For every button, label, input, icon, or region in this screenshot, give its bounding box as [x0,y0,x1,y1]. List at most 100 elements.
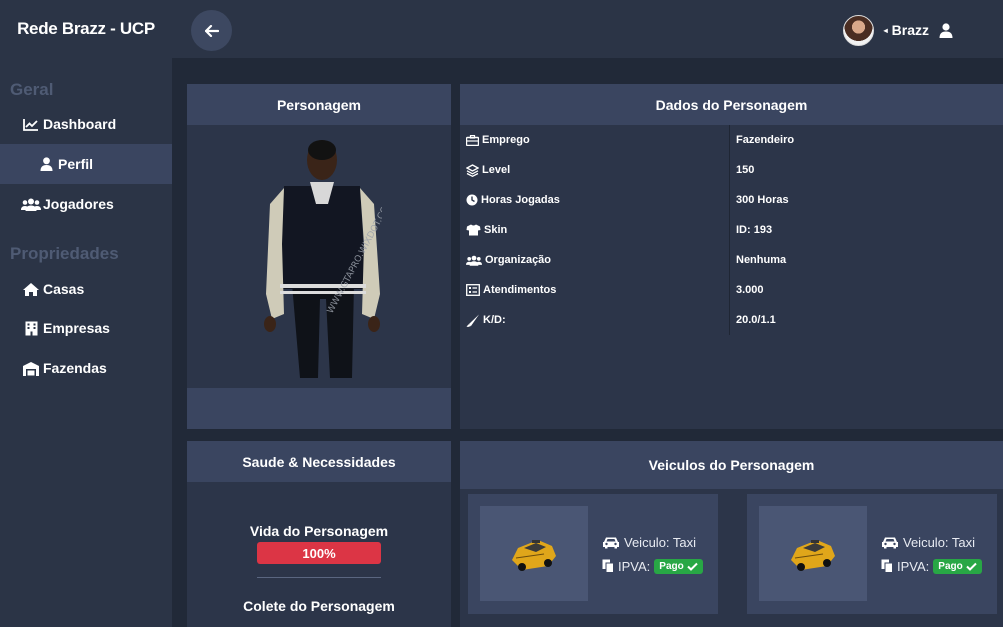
veiculos-card: Veiculos do Personagem Veiculo: Taxi IPV… [460,441,1003,627]
dados-value: ID: 193 [736,224,773,236]
sidebar-item-label: Jogadores [43,196,114,212]
arrow-left-icon [204,24,219,37]
dados-label-cell: Skin [460,215,730,245]
shirt-icon [466,224,481,236]
dados-value: Fazendeiro [736,134,795,146]
sidebar-item-dashboard[interactable]: Dashboard [0,104,172,144]
table-row: Organização Nenhuma [460,245,1003,275]
vehicle-image [759,506,867,601]
car-icon [602,536,620,549]
list-alt-icon [466,284,480,296]
dados-label: K/D: [483,314,506,326]
table-row: Atendimentos 3.000 [460,275,1003,305]
users-icon [466,255,482,266]
status-badge-label: Pago [938,560,963,572]
ipva-label: IPVA: [618,558,651,574]
vida-progress-fill: 100% [257,542,381,564]
dados-label-cell: Emprego [460,125,730,155]
dados-label-cell: Organização [460,245,730,275]
sidebar-item-perfil[interactable]: Perfil [0,144,172,184]
vehicle-info: Veiculo: Taxi IPVA: Pago [881,530,982,578]
back-button[interactable] [191,10,232,51]
user-icon [939,22,953,38]
table-row: K/D: 20.0/1.1 [460,305,1003,335]
vehicle-image [480,506,588,601]
briefcase-icon [466,134,479,146]
layers-icon [466,163,479,177]
dados-label: Skin [484,224,508,236]
warehouse-icon [21,361,41,376]
dados-table: Emprego Fazendeiro Level 150 Horas Jogad… [460,125,1003,335]
dados-value: 3.000 [736,284,764,296]
sidebar-item-label: Fazendas [43,360,107,376]
users-icon [21,198,41,211]
check-icon [687,562,698,571]
check-icon [966,562,977,571]
vehicle-card[interactable]: Veiculo: Taxi IPVA: Pago [468,494,718,614]
dados-label-cell: Level [460,155,730,185]
dados-title: Dados do Personagem [460,84,1003,125]
sidebar-item-label: Dashboard [43,116,117,132]
sidebar: Geral Dashboard Perfil Jogadores Proprie… [0,58,172,627]
dados-label: Atendimentos [483,284,557,296]
copy-icon [881,559,893,573]
dados-label-cell: K/D: [460,305,730,335]
dados-value: 150 [736,164,755,176]
table-row: Level 150 [460,155,1003,185]
user-name: Brazz [891,22,929,38]
status-badge: Pago [654,558,703,574]
dados-value: Nenhuma [736,254,787,266]
sidebar-section-geral: Geral [10,80,54,99]
divider [257,577,381,578]
sidebar-section-propriedades: Propriedades [10,244,119,263]
vehicle-name: Veiculo: Taxi [624,534,697,550]
avatar[interactable] [842,14,874,46]
user-icon [36,157,56,171]
table-row: Skin ID: 193 [460,215,1003,245]
status-badge: Pago [933,558,982,574]
dados-label: Emprego [482,134,530,146]
sidebar-item-label: Perfil [58,156,94,172]
user-menu-toggle[interactable]: ◂ Brazz [884,22,953,38]
sidebar-item-empresas[interactable]: Empresas [0,308,172,348]
brand-title[interactable]: Rede Brazz - UCP [0,0,172,58]
dados-label: Level [482,164,511,176]
sidebar-item-label: Casas [43,281,85,297]
copy-icon [602,559,614,573]
sidebar-item-fazendas[interactable]: Fazendas [0,348,172,388]
vida-label: Vida do Personagem [249,523,389,539]
colete-label: Colete do Personagem [243,598,395,614]
dados-label: Horas Jogadas [481,194,560,206]
veiculos-title: Veiculos do Personagem [460,441,1003,489]
saude-title: Saude & Necessidades [187,441,451,482]
caret-left-icon: ◂ [883,25,888,35]
home-icon [21,282,41,297]
sidebar-item-casas[interactable]: Casas [0,269,172,309]
character-image: WWW.GTAPRO.WIXDOT.COM [262,134,382,380]
saude-card: Saude & Necessidades Vida do Personagem … [187,441,451,627]
vehicle-card[interactable]: Veiculo: Taxi IPVA: Pago [747,494,997,614]
table-row: Emprego Fazendeiro [460,125,1003,155]
car-icon [881,536,899,549]
dados-label: Organização [485,254,552,266]
chart-line-icon [21,118,41,131]
table-row: Horas Jogadas 300 Horas [460,185,1003,215]
personagem-card: Personagem WWW.GTAPRO.WIXDOT.COM [187,84,451,429]
user-menu[interactable]: ◂ Brazz [842,14,953,46]
vehicle-info: Veiculo: Taxi IPVA: Pago [602,530,703,578]
dados-label-cell: Horas Jogadas [460,185,730,215]
building-icon [21,321,41,336]
personagem-title: Personagem [187,84,451,125]
status-badge-label: Pago [659,560,684,572]
clock-icon [466,194,478,206]
dados-value: 300 Horas [736,194,789,206]
dados-label-cell: Atendimentos [460,275,730,305]
vida-progress-bar: 100% [257,542,381,564]
sidebar-item-jogadores[interactable]: Jogadores [0,184,172,224]
dados-value: 20.0/1.1 [736,314,776,326]
dados-card: Dados do Personagem Emprego Fazendeiro L… [460,84,1003,429]
personagem-footer [187,388,451,429]
knife-icon [466,314,480,327]
ipva-label: IPVA: [897,558,930,574]
vehicle-name: Veiculo: Taxi [903,534,976,550]
